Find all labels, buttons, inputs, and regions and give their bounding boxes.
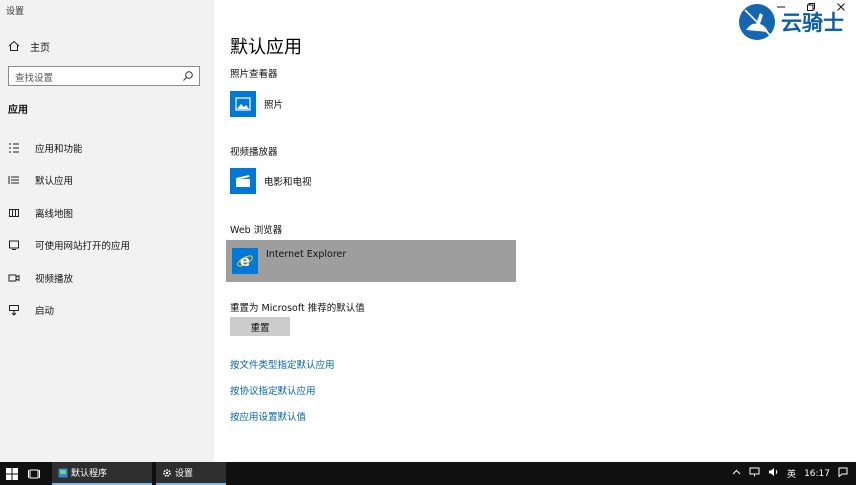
taskbar: 默认程序 设置 英 16:17: [0, 462, 856, 485]
web-browser-app-button[interactable]: e Internet Explorer: [226, 240, 516, 282]
photo-viewer-app-name: 照片: [264, 100, 284, 111]
taskbar-app-settings[interactable]: 设置: [156, 462, 226, 485]
reset-button[interactable]: 重置: [230, 317, 290, 336]
web-browser-label: Web 浏览器: [230, 225, 283, 236]
restore-icon: [807, 3, 815, 11]
section-heading: 应用: [8, 105, 28, 116]
main-content: 默认应用 照片查看器 照片 视频播放器 电影和电视 Web 浏览器 e Inte…: [214, 0, 856, 462]
sidebar-item-label: 离线地图: [35, 209, 74, 220]
list-icon: [7, 141, 21, 155]
sidebar-item-website-apps[interactable]: 可使用网站打开的应用: [0, 235, 214, 255]
windows-logo-icon: [6, 467, 18, 480]
chevron-up-icon[interactable]: [732, 468, 741, 480]
default-apps-icon: [7, 173, 21, 187]
search-input[interactable]: 查找设置: [8, 66, 200, 86]
sidebar-item-startup[interactable]: 启动: [0, 300, 214, 320]
video-player-app-name: 电影和电视: [264, 177, 312, 188]
sidebar-item-apps-features[interactable]: 应用和功能: [0, 138, 214, 158]
close-icon: [837, 3, 845, 11]
movies-tv-app-icon: [230, 168, 256, 194]
website-app-icon: [7, 238, 21, 252]
system-tray: 英 16:17: [732, 462, 856, 485]
taskbar-app-label: 默认程序: [71, 469, 108, 479]
sidebar-item-offline-maps[interactable]: 离线地图: [0, 203, 214, 223]
sidebar-item-label: 应用和功能: [35, 144, 83, 155]
close-button[interactable]: [826, 0, 856, 14]
link-by-file-type[interactable]: 按文件类型指定默认应用: [230, 357, 335, 371]
task-view-button[interactable]: [28, 462, 40, 485]
ime-indicator[interactable]: 英: [787, 467, 796, 480]
video-player-label: 视频播放器: [230, 147, 278, 158]
sidebar-item-default-apps[interactable]: 默认应用: [0, 170, 214, 190]
video-icon: [7, 271, 21, 285]
minimize-button[interactable]: [766, 0, 796, 14]
sidebar-item-label: 可使用网站打开的应用: [35, 241, 131, 252]
video-player-app-button[interactable]: 电影和电视: [230, 166, 312, 196]
default-programs-icon: [58, 468, 68, 477]
search-icon: [183, 71, 193, 81]
window-controls: [766, 0, 856, 14]
sidebar-item-label: 启动: [35, 306, 55, 317]
start-button[interactable]: [6, 462, 18, 485]
taskbar-app-default-programs[interactable]: 默认程序: [52, 462, 152, 485]
link-by-app[interactable]: 按应用设置默认值: [230, 409, 306, 423]
svg-text:e: e: [240, 252, 250, 270]
search-placeholder: 查找设置: [15, 73, 54, 84]
page-title: 默认应用: [230, 37, 302, 58]
sidebar-item-label: 视频播放: [35, 274, 74, 285]
startup-icon: [7, 303, 21, 317]
photos-app-icon: [230, 91, 256, 117]
task-view-icon: [28, 469, 40, 478]
sidebar-item-label: 默认应用: [35, 176, 74, 187]
sidebar-item-video-playback[interactable]: 视频播放: [0, 268, 214, 288]
link-by-protocol[interactable]: 按协议指定默认应用: [230, 383, 316, 397]
photo-viewer-app-button[interactable]: 照片: [230, 89, 283, 119]
sidebar: 设置 主页 查找设置 应用 应用和功能 默认应用 离线地图 可使用网站打开的应用…: [0, 0, 214, 462]
clock[interactable]: 16:17: [804, 469, 830, 479]
volume-icon[interactable]: [768, 467, 779, 480]
home-icon: [8, 40, 20, 51]
taskbar-app-label: 设置: [175, 469, 194, 479]
network-icon[interactable]: [749, 467, 760, 480]
photo-viewer-label: 照片查看器: [230, 69, 278, 80]
web-browser-app-name: Internet Explorer: [266, 248, 347, 260]
home-nav[interactable]: 主页: [8, 38, 50, 54]
map-icon: [7, 206, 21, 220]
minimize-icon: [777, 6, 785, 8]
window-title: 设置: [6, 7, 25, 17]
maximize-button[interactable]: [796, 0, 826, 14]
reset-label: 重置为 Microsoft 推荐的默认值: [230, 303, 365, 314]
home-label: 主页: [30, 42, 50, 54]
notification-icon[interactable]: [838, 467, 848, 480]
internet-explorer-icon: e: [232, 248, 258, 274]
gear-icon: [163, 468, 171, 477]
